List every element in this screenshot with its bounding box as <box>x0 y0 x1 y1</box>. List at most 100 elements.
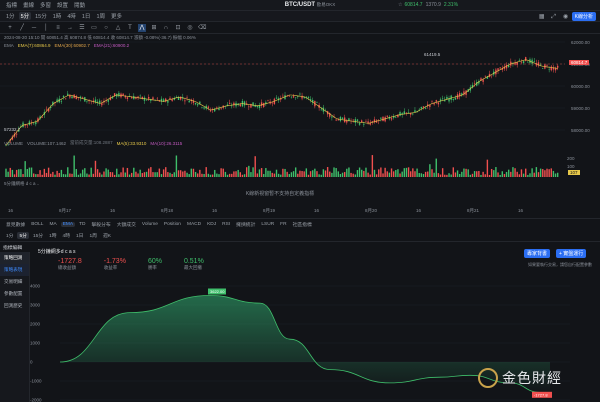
lock-icon[interactable]: ⊡ <box>174 24 182 32</box>
top-menu-item[interactable]: 設置 <box>55 1 70 9</box>
top-menu-item[interactable]: 多窗 <box>38 1 53 9</box>
ruler-icon[interactable]: ⊞ <box>150 24 158 32</box>
indicator-tab[interactable]: MACD <box>185 222 203 227</box>
indicator-tab[interactable]: 社區指標 <box>291 221 314 228</box>
candle <box>367 118 369 125</box>
kline-analysis-button[interactable]: K線分析 <box>571 12 596 21</box>
indicator-tab[interactable]: Volume <box>140 222 160 227</box>
add-live-button[interactable]: + 實盤運行 <box>556 249 587 258</box>
volume-bar <box>365 167 367 177</box>
volume-bar <box>5 168 7 177</box>
volume-bar <box>160 174 163 177</box>
indicator-tab[interactable]: RSI <box>220 222 232 227</box>
rect-icon[interactable]: ▭ <box>90 24 98 32</box>
volume-bar <box>47 167 50 177</box>
backtest-interval-tab[interactable]: 1時 <box>47 232 58 239</box>
top-menu-item[interactable]: 指標 <box>4 1 19 9</box>
hline-icon[interactable]: ─ <box>30 24 38 32</box>
sidebar-item[interactable]: 回測歷史 <box>0 300 29 312</box>
ray-icon[interactable]: → <box>66 24 74 32</box>
interval-tab[interactable]: 1日 <box>80 12 93 20</box>
divider <box>0 241 600 242</box>
indicator-tab[interactable]: 擊殺分布 <box>90 221 113 228</box>
cursor-icon[interactable]: + <box>6 24 14 32</box>
sidebar-header[interactable]: 指標編輯 <box>0 242 30 252</box>
stat-value: -1.73% <box>103 258 126 265</box>
indicator-tab[interactable]: 意見數據 <box>4 221 27 228</box>
candle <box>358 121 361 126</box>
interval-tab[interactable]: 4時 <box>65 12 78 20</box>
volume-bar <box>235 171 237 177</box>
indicator-tab[interactable]: 大額成交 <box>115 221 138 228</box>
circle-icon[interactable]: ○ <box>102 24 110 32</box>
candle <box>399 110 401 117</box>
sidebar-item[interactable]: 策略表現 <box>0 264 29 276</box>
top-menu-item[interactable]: 閱動 <box>72 1 87 9</box>
vline-icon[interactable]: │ <box>42 24 50 32</box>
camera-icon[interactable]: ◉ <box>562 13 570 21</box>
candle <box>220 107 222 111</box>
volume-bar <box>450 174 452 177</box>
text-icon[interactable]: T <box>126 24 134 32</box>
interval-tab[interactable]: 5分 <box>18 12 32 20</box>
indicator-tab[interactable]: FR <box>278 222 288 227</box>
candle <box>346 118 348 125</box>
interval-tab[interactable]: 1分 <box>4 12 17 20</box>
interval-tab[interactable]: 更多 <box>109 12 124 20</box>
time-tick: 8月19 <box>263 208 276 213</box>
candle <box>294 97 297 100</box>
backtest-interval-tab[interactable]: 1周 <box>87 232 98 239</box>
volume-bar <box>412 168 414 177</box>
indicator-tab[interactable]: MA <box>47 222 58 227</box>
backtest-interval-tab[interactable]: 1分 <box>4 232 15 239</box>
volume-bar <box>478 170 480 177</box>
trendline-icon[interactable]: ╱ <box>18 24 26 32</box>
triangle-icon[interactable]: △ <box>114 24 122 32</box>
magnet-icon[interactable]: ∩ <box>162 24 170 32</box>
publish-button[interactable]: 專家背書 <box>524 249 551 258</box>
sidebar-item[interactable]: 交易明細 <box>0 276 29 288</box>
peak-label: 3622.00 <box>210 289 225 294</box>
indicator-tab[interactable]: TD <box>77 222 87 227</box>
volume-bar <box>275 169 278 177</box>
sidebar-item[interactable]: 參數配置 <box>0 288 29 300</box>
interval-tab[interactable]: 1時 <box>51 12 64 20</box>
sidebar-group[interactable]: 策略回測 <box>0 252 29 264</box>
volume-bar <box>531 168 533 177</box>
time-tick: 16 <box>518 208 524 213</box>
interval-tab[interactable]: 15分 <box>33 12 49 20</box>
fib-icon[interactable]: ☰ <box>78 24 86 32</box>
volume-bar <box>348 167 350 177</box>
candle <box>556 64 559 71</box>
volume-bar <box>422 174 425 177</box>
top-menu-item[interactable]: 畫線 <box>21 1 36 9</box>
indicator-tab[interactable]: KDJ <box>205 222 218 227</box>
eye-icon[interactable]: ◎ <box>186 24 194 32</box>
backtest-interval-tab[interactable]: 5分 <box>17 232 29 239</box>
candle <box>326 110 329 118</box>
indicator-tab[interactable]: LSUR <box>259 222 276 227</box>
indicator-tab[interactable]: 擁擠統計 <box>234 221 257 228</box>
volume-bar <box>326 167 329 177</box>
interval-tab[interactable]: 1周 <box>94 12 107 20</box>
volume-tick-200: 200 <box>567 156 575 161</box>
channel-icon[interactable]: ≡ <box>54 24 62 32</box>
volume-bar <box>454 172 457 177</box>
indicator-tab[interactable]: BOLL <box>29 222 45 227</box>
backtest-interval-tab[interactable]: 4時 <box>61 232 72 239</box>
trash-icon[interactable]: ⌫ <box>198 24 206 32</box>
backtest-interval-tab[interactable]: 週K <box>101 232 113 239</box>
ema-line <box>5 59 558 146</box>
backtest-interval-tab[interactable]: 1日 <box>74 232 85 239</box>
volume-current-tag: 107 <box>568 170 580 175</box>
star-icon[interactable]: ☆ <box>398 2 402 8</box>
backtest-interval-tab[interactable]: 15分 <box>31 232 45 239</box>
indicator-tab[interactable]: Position <box>162 222 183 227</box>
layout-icon[interactable]: ▦ <box>538 13 546 21</box>
volume-bar <box>13 174 16 177</box>
fullscreen-icon[interactable]: ⤢ <box>550 13 558 21</box>
volume-bar <box>482 171 484 177</box>
pattern-icon[interactable]: ⋀ <box>138 23 146 32</box>
indicator-tab[interactable]: EMA <box>60 222 76 227</box>
volume-bar <box>197 173 199 177</box>
